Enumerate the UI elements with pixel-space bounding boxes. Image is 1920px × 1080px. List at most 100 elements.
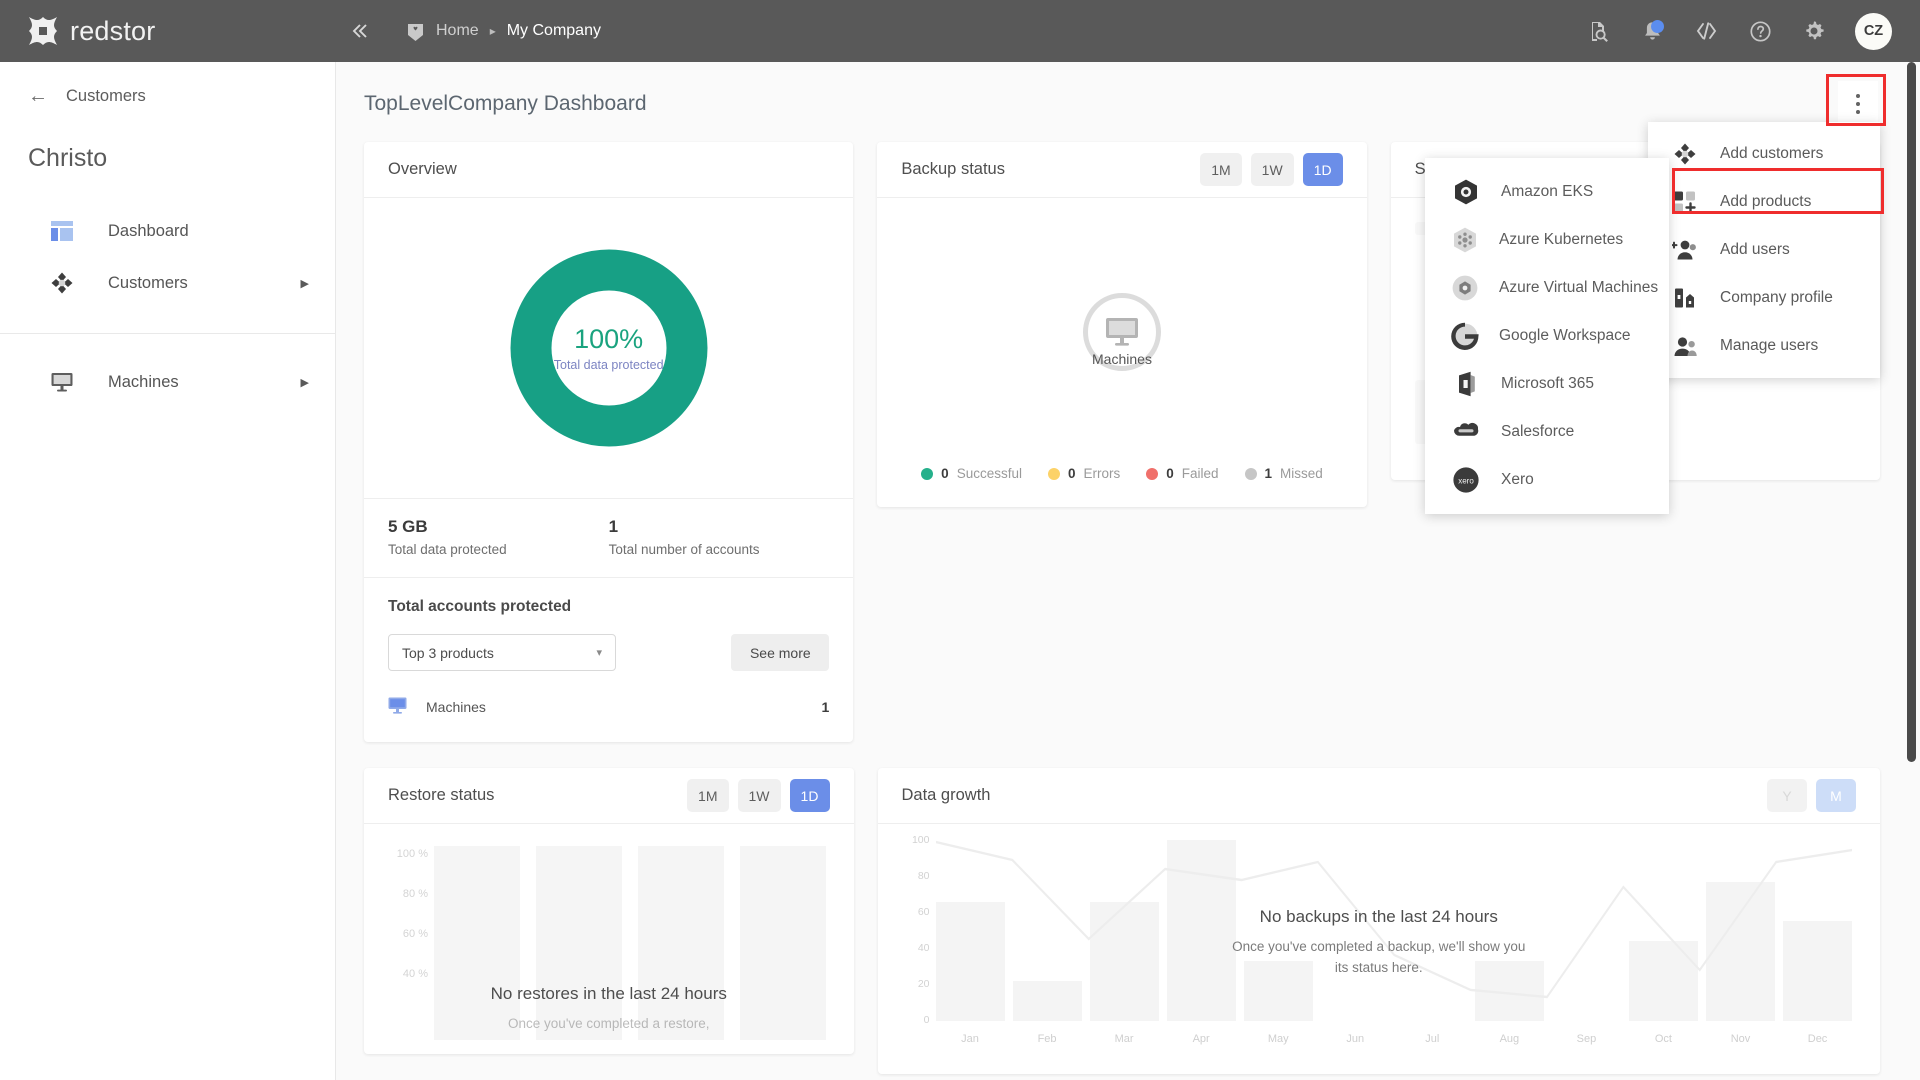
backup-status-legend: 0 Successful 0 Errors 0 Failed 1 Missed <box>877 466 1366 507</box>
see-more-button[interactable]: See more <box>731 634 830 671</box>
sidebar-item-dashboard[interactable]: Dashboard <box>0 205 335 257</box>
machines-monitor-icon <box>50 370 74 394</box>
legend-item-errors: 0 Errors <box>1047 466 1120 481</box>
legend-dot <box>921 467 934 480</box>
stat-value: 5 GB <box>388 517 428 536</box>
y-tick: 0 <box>923 1014 930 1026</box>
legend-count: 0 <box>941 466 949 481</box>
help-circle-icon[interactable] <box>1747 18 1773 44</box>
accounts-controls: Top 3 products ▾ See more <box>388 634 830 671</box>
y-tick: 80 <box>917 870 930 882</box>
more-vertical-icon <box>1856 102 1860 106</box>
products-filter-select[interactable]: Top 3 products ▾ <box>388 634 616 671</box>
product-item-amazon-eks[interactable]: Amazon EKS <box>1425 168 1669 216</box>
product-row[interactable]: Machines 1 <box>388 697 829 716</box>
legend-item-missed: 1 Missed <box>1244 466 1323 481</box>
range-button-y[interactable]: Y <box>1767 779 1807 812</box>
menu-item-label: Add products <box>1720 193 1812 210</box>
overview-card: Overview 100% Total data protected 5 GB … <box>364 142 854 742</box>
scrollbar-thumb[interactable] <box>1907 62 1916 762</box>
sidebar-item-machines[interactable]: Machines ▶ <box>0 356 335 408</box>
brand-logo[interactable]: redstor <box>0 0 336 62</box>
top-bar: redstor Home ▸ My Company CZ <box>0 0 1920 62</box>
range-button-1m[interactable]: 1M <box>1200 153 1242 186</box>
data-growth-x-axis: Jan Feb Mar Apr May Jun Jul Aug Sep Oct <box>936 1033 1853 1045</box>
dashboard-row-2: Restore status 1M 1W 1D 100 % 80 % 60 % … <box>364 742 1880 1074</box>
range-button-1d[interactable]: 1D <box>789 779 830 812</box>
menu-item-add-customers[interactable]: Add customers <box>1648 130 1880 178</box>
y-tick: 60 % <box>402 928 428 940</box>
range-button-1m[interactable]: 1M <box>687 779 729 812</box>
x-tick: Dec <box>1807 1033 1828 1045</box>
menu-item-company-profile[interactable]: Company profile <box>1648 274 1880 322</box>
legend-item-successful: 0 Successful <box>921 466 1022 481</box>
azure-virtual-machines-icon <box>1451 273 1479 303</box>
restore-placeholder-chart: 100 % 80 % 60 % 40 % No restores in the … <box>386 840 832 1040</box>
product-item-label: Xero <box>1501 471 1534 488</box>
add-users-icon <box>1672 237 1698 263</box>
product-item-azure-virtual-machines[interactable]: Azure Virtual Machines <box>1425 264 1669 312</box>
document-search-icon[interactable] <box>1585 18 1611 44</box>
page-scrollbar[interactable] <box>1907 62 1916 1080</box>
product-item-label: Microsoft 365 <box>1501 375 1595 392</box>
range-button-1w[interactable]: 1W <box>737 779 781 812</box>
page-title: TopLevelCompany Dashboard <box>364 92 647 115</box>
range-button-1w[interactable]: 1W <box>1250 153 1294 186</box>
dashboard-icon <box>50 219 74 243</box>
data-growth-y-axis: 100 80 60 40 20 0 <box>900 834 930 1026</box>
customers-icon <box>50 271 74 295</box>
code-brackets-icon[interactable] <box>1693 18 1719 44</box>
more-vertical-icon <box>1856 110 1860 114</box>
machines-bubble[interactable]: Machines <box>1082 293 1161 371</box>
x-tick: Oct <box>1654 1033 1672 1045</box>
more-vertical-icon <box>1856 94 1860 98</box>
stat-label: Total number of accounts <box>608 542 760 557</box>
y-tick: 40 <box>917 942 930 954</box>
chevron-right-icon: ▶ <box>300 277 309 290</box>
legend-count: 1 <box>1264 466 1273 481</box>
user-avatar[interactable]: CZ <box>1855 12 1892 50</box>
breadcrumb-home[interactable]: Home <box>436 22 479 40</box>
menu-item-manage-users[interactable]: Manage users <box>1648 322 1880 370</box>
machines-bubble-label: Machines <box>1092 351 1152 367</box>
menu-item-add-users[interactable]: Add users <box>1648 226 1880 274</box>
y-tick: 40 % <box>402 968 428 980</box>
more-actions-button[interactable] <box>1838 81 1878 127</box>
data-growth-card: Data growth Y M 100 80 60 40 20 0 Jan Fe… <box>877 768 1880 1074</box>
menu-item-add-products[interactable]: ◀ Add products <box>1648 178 1880 226</box>
data-growth-header: Data growth Y M <box>877 768 1880 824</box>
chevron-down-icon: ▾ <box>596 647 602 659</box>
product-item-microsoft-365[interactable]: Microsoft 365 <box>1425 360 1669 408</box>
x-tick: Sep <box>1576 1033 1597 1045</box>
sidebar-item-label: Dashboard <box>108 221 189 240</box>
breadcrumb-current[interactable]: My Company <box>507 22 601 40</box>
restore-bar <box>535 846 622 1040</box>
menu-item-label: Add customers <box>1720 145 1824 162</box>
restore-status-body: 100 % 80 % 60 % 40 % No restores in the … <box>364 824 854 1054</box>
product-item-azure-kubernetes[interactable]: Azure Kubernetes <box>1425 216 1669 264</box>
add-customers-icon <box>1672 141 1698 167</box>
sidebar-item-customers[interactable]: Customers ▶ <box>0 257 335 309</box>
y-tick: 80 % <box>402 888 428 900</box>
overview-stats: 5 GB Total data protected 1 Total number… <box>364 498 854 577</box>
sidebar-divider <box>0 333 335 334</box>
product-item-xero[interactable]: xero Xero <box>1425 456 1669 504</box>
total-accounts-protected-section: Total accounts protected Top 3 products … <box>364 577 854 742</box>
menu-item-label: Manage users <box>1720 337 1819 354</box>
restore-bar <box>434 846 520 1040</box>
settings-gear-icon[interactable] <box>1801 18 1827 44</box>
stat-total-data-protected: 5 GB Total data protected <box>388 517 609 557</box>
restore-bars <box>434 846 826 1040</box>
brand-name: redstor <box>70 15 156 46</box>
product-item-google-workspace[interactable]: Google Workspace <box>1425 312 1669 360</box>
chevron-right-icon: ▶ <box>300 376 309 389</box>
range-button-m[interactable]: M <box>1816 779 1856 812</box>
product-item-salesforce[interactable]: Salesforce <box>1425 408 1669 456</box>
microsoft-365-icon <box>1451 369 1481 399</box>
range-button-1d[interactable]: 1D <box>1302 153 1343 186</box>
notification-bell-icon[interactable] <box>1639 18 1665 44</box>
product-item-label: Azure Virtual Machines <box>1499 279 1659 296</box>
sidebar-back-to-customers[interactable]: ← Customers <box>0 62 335 106</box>
sidebar-account-name: Christo <box>28 144 108 172</box>
sidebar-collapse-button[interactable] <box>336 0 382 62</box>
